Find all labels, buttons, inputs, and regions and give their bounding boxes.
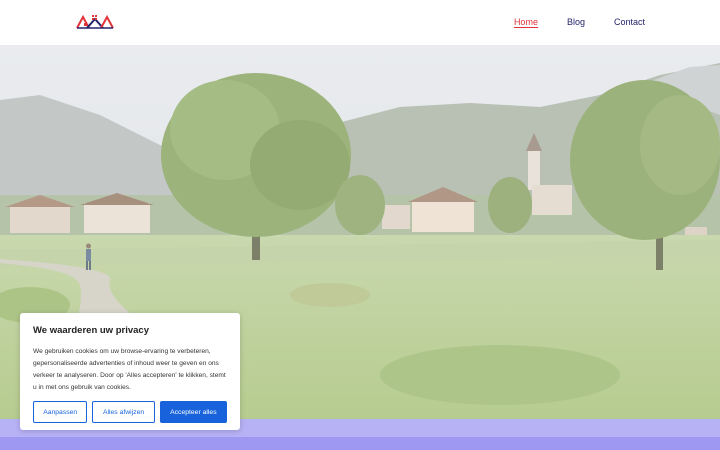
reject-all-button[interactable]: Alles afwijzen xyxy=(92,401,155,423)
cookie-buttons: Aanpassen Alles afwijzen Accepteer alles xyxy=(33,401,227,423)
site-header: Home Blog Contact xyxy=(0,0,720,45)
cookie-description: We gebruiken cookies om uw browse-ervari… xyxy=(33,348,226,391)
nav-blog[interactable]: Blog xyxy=(567,17,585,27)
customize-button[interactable]: Aanpassen xyxy=(33,401,88,423)
nav-contact[interactable]: Contact xyxy=(614,17,645,27)
cookie-title: We waarderen uw privacy xyxy=(33,325,149,336)
accept-all-button[interactable]: Accepteer alles xyxy=(159,401,227,423)
cookie-consent-banner: We waarderen uw privacy We gebruiken coo… xyxy=(20,313,240,430)
nav-home[interactable]: Home xyxy=(514,17,538,27)
main-nav: Home Blog Contact xyxy=(485,17,645,27)
footer-band xyxy=(0,437,720,450)
house-roofs-logo-icon[interactable] xyxy=(76,14,114,30)
